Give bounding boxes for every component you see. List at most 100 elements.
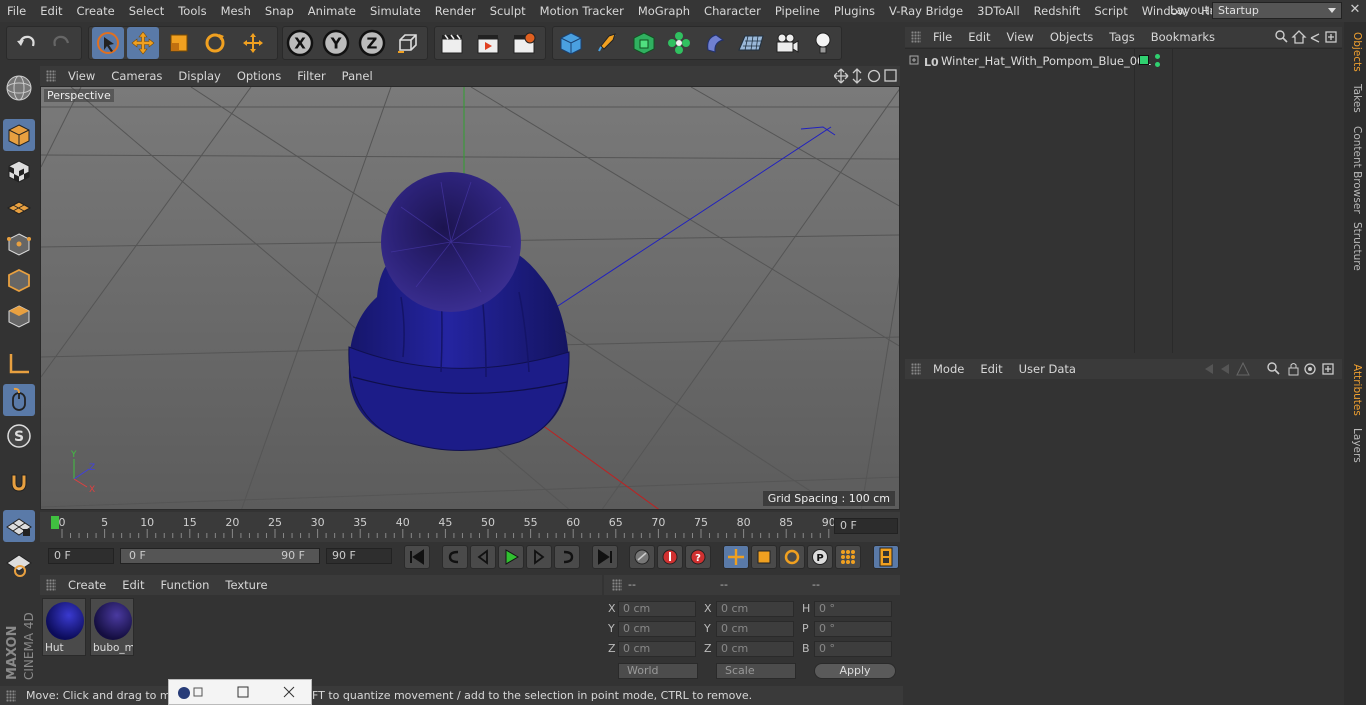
render-settings-button[interactable] [508,27,540,59]
layer-color-badge[interactable] [1139,55,1149,65]
start-frame-field[interactable]: 0 F [48,548,114,564]
attribute-menu-edit[interactable]: Edit [972,362,1010,376]
solo-button[interactable]: S [3,420,35,452]
menu-mograph[interactable]: MoGraph [631,4,697,18]
coordinate-type-dropdown[interactable]: Scale [716,663,796,679]
grip-icon[interactable] [612,579,622,591]
material-menu-texture[interactable]: Texture [217,578,275,592]
object-menu-edit[interactable]: Edit [960,30,998,44]
light-button[interactable] [807,27,839,59]
window-close-icon[interactable]: ✕ [1348,3,1362,17]
record-button[interactable] [657,545,683,569]
attribute-manager-tools[interactable] [1199,361,1341,377]
key-position-button[interactable] [723,545,749,569]
object-row[interactable]: L0 Winter_Hat_With_Pompom_Blue_001 [905,52,1342,70]
rot-p-field[interactable]: 0 ° [814,621,892,637]
rotate-tool-button[interactable] [199,27,231,59]
key-rotation-button[interactable] [779,545,805,569]
grip-icon[interactable] [911,31,921,43]
y-axis-button[interactable]: Y [320,27,352,59]
live-selection-button[interactable] [92,27,124,59]
pen-spline-button[interactable] [591,27,623,59]
tweak-mode-button[interactable] [3,384,35,416]
menu-motion-tracker[interactable]: Motion Tracker [533,4,631,18]
object-manager-tools[interactable] [1273,29,1341,45]
object-menu-file[interactable]: File [925,30,960,44]
previous-frame-button[interactable] [470,545,496,569]
x-axis-button[interactable]: X [284,27,316,59]
object-menu-objects[interactable]: Objects [1042,30,1101,44]
scale-tool-button[interactable] [163,27,195,59]
current-frame-field[interactable]: 0 F [834,518,898,534]
move-tool-button[interactable] [127,27,159,59]
menu-tools[interactable]: Tools [171,4,213,18]
apply-button[interactable]: Apply [814,663,896,679]
menu-character[interactable]: Character [697,4,768,18]
render-visibility-dot[interactable] [1155,62,1160,67]
snap-button[interactable] [3,466,35,498]
menu-plugins[interactable]: Plugins [827,4,882,18]
perspective-viewport[interactable]: Y Z X Perspective Grid Spacing : 100 cm [40,86,900,510]
next-key-button[interactable] [554,545,580,569]
material-menu-create[interactable]: Create [60,578,114,592]
menu-sculpt[interactable]: Sculpt [483,4,533,18]
layout-dropdown[interactable]: Startup [1212,2,1342,19]
polygons-mode-button[interactable] [3,300,35,332]
object-menu-bookmarks[interactable]: Bookmarks [1143,30,1223,44]
camera-button[interactable] [771,27,803,59]
grip-icon[interactable] [46,70,56,82]
grip-icon[interactable] [46,579,56,591]
deformer-button[interactable] [699,27,731,59]
points-mode-button[interactable] [3,228,35,260]
workplane-snap-button[interactable] [3,510,35,542]
floor-button[interactable] [735,27,767,59]
undo-button[interactable] [10,27,42,59]
go-to-end-button[interactable] [592,545,618,569]
size-y-field[interactable]: 0 cm [716,621,794,637]
material-menu-function[interactable]: Function [153,578,218,592]
object-name[interactable]: Winter_Hat_With_Pompom_Blue_001 [941,54,1152,68]
menu-file[interactable]: File [0,4,33,18]
timeline-window-button[interactable] [873,545,899,569]
menu-mesh[interactable]: Mesh [214,4,258,18]
go-to-start-button[interactable] [404,545,430,569]
workplane-mode-button[interactable] [3,191,35,223]
transform-tool-button[interactable] [237,27,269,59]
keyframe-selection-button[interactable] [629,545,655,569]
menu-simulate[interactable]: Simulate [363,4,428,18]
attribute-menu-user-data[interactable]: User Data [1011,362,1084,376]
pos-z-field[interactable]: 0 cm [618,641,696,657]
quantize-button[interactable] [3,548,35,580]
end-frame-field[interactable]: 90 F [326,548,392,564]
attribute-menu-mode[interactable]: Mode [925,362,972,376]
rot-h-field[interactable]: 0 ° [814,601,892,617]
object-menu-view[interactable]: View [999,30,1042,44]
menu-vray-bridge[interactable]: V-Ray Bridge [882,4,970,18]
viewport-menu-filter[interactable]: Filter [289,69,333,83]
menu-snap[interactable]: Snap [258,4,301,18]
cube-object-button[interactable] [555,27,587,59]
viewport-menu-cameras[interactable]: Cameras [103,69,170,83]
size-z-field[interactable]: 0 cm [716,641,794,657]
cloner-button[interactable] [663,27,695,59]
viewport-menu-options[interactable]: Options [229,69,289,83]
coordinate-system-button[interactable] [392,27,424,59]
tab-takes[interactable]: Takes [1347,84,1363,113]
subdivision-surface-button[interactable] [628,27,660,59]
frame-range-slider[interactable]: 0 F 90 F [120,548,320,564]
pos-x-field[interactable]: 0 cm [618,601,696,617]
viewport-menu-display[interactable]: Display [170,69,228,83]
menu-3dtoall[interactable]: 3DToAll [970,4,1027,18]
tab-attributes[interactable]: Attributes [1347,364,1363,416]
menu-render[interactable]: Render [428,4,483,18]
previous-key-button[interactable] [442,545,468,569]
grip-icon[interactable] [911,363,921,375]
timeline-ruler[interactable]: 0 5 10 15 20 25 30 35 40 45 50 55 60 65 70 75 80 85 90 [40,512,900,542]
z-axis-button[interactable]: Z [356,27,388,59]
menu-edit[interactable]: Edit [33,4,69,18]
texture-mode-button[interactable] [3,155,35,187]
viewport-menu-panel[interactable]: Panel [334,69,381,83]
play-button[interactable] [498,545,524,569]
tab-content-browser[interactable]: Content Browser [1347,126,1363,214]
viewport-nav-icons[interactable] [834,68,898,84]
